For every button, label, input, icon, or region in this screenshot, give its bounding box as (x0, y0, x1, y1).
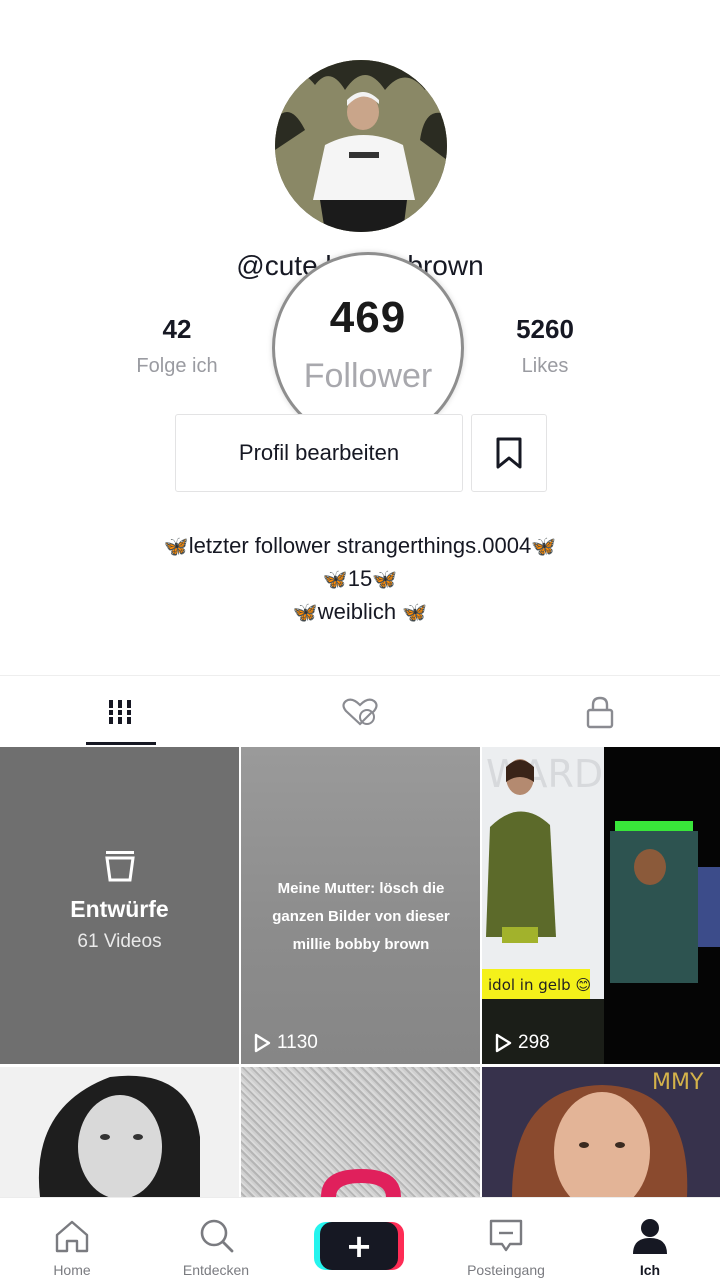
active-tab-indicator (86, 742, 156, 745)
sticker-text: idol in gelb 😊 (488, 976, 591, 994)
play-count-value: 298 (518, 1032, 550, 1053)
likes-stat[interactable]: 5260 Likes (455, 314, 635, 378)
create-symbol: + (346, 1227, 373, 1265)
butterfly-emoji: 🦋 (531, 536, 557, 558)
nav-discover-label: Entdecken (182, 1262, 250, 1278)
video-thumbnail: WARD idol in gelb 😊 (482, 747, 720, 1064)
tab-videos[interactable] (0, 676, 240, 748)
nav-me-label: Ich (639, 1262, 661, 1278)
profile-avatar[interactable] (275, 60, 447, 232)
grid-icon (106, 700, 134, 724)
likes-count: 5260 (516, 314, 574, 344)
play-count: 1130 (253, 1032, 318, 1054)
bio-text: weiblich (317, 599, 397, 624)
following-label: Folge ich (136, 355, 218, 377)
video-tile[interactable]: Meine Mutter: lösch die ganzen Bilder vo… (241, 747, 480, 1064)
butterfly-emoji: 🦋 (322, 569, 348, 591)
inbox-icon (489, 1219, 523, 1252)
followers-label: Follower (303, 357, 433, 395)
nav-discover[interactable]: Entdecken (144, 1198, 288, 1280)
video-caption: Meine Mutter: lösch die ganzen Bilder vo… (272, 880, 450, 953)
video-grid: Entwürfe 61 Videos Meine Mutter: lösch d… (0, 747, 720, 1197)
followers-count: 469 (329, 293, 407, 342)
video-tile[interactable] (0, 1067, 239, 1197)
bio-text: 15 (347, 566, 373, 591)
following-stat[interactable]: 42 Folge ich (87, 314, 267, 378)
play-count-value: 1130 (277, 1032, 318, 1053)
tab-liked[interactable] (240, 676, 480, 748)
likes-label: Likes (521, 355, 569, 377)
video-thumbnail (321, 1169, 401, 1197)
butterfly-emoji: 🦋 (402, 602, 428, 624)
tab-private[interactable] (480, 676, 720, 748)
drafts-icon (0, 847, 239, 888)
svg-text:WARD: WARD (486, 752, 603, 796)
butterfly-emoji: 🦋 (372, 569, 398, 591)
nav-me[interactable]: Ich (578, 1198, 720, 1280)
bio-text: letzter follower strangerthings.0004 (188, 533, 532, 558)
create-plus-icon: + (314, 1222, 404, 1270)
bookmark-icon (496, 437, 522, 469)
edit-profile-button[interactable]: Profil bearbeiten (175, 414, 463, 492)
play-icon (495, 1033, 512, 1053)
nav-inbox[interactable]: Posteingang (434, 1198, 578, 1280)
play-count: 298 (494, 1032, 550, 1054)
butterfly-emoji: 🦋 (292, 602, 318, 624)
drafts-tile[interactable]: Entwürfe 61 Videos (0, 747, 239, 1064)
video-thumbnail: MMY (482, 1067, 720, 1197)
nav-inbox-label: Posteingang (467, 1262, 545, 1278)
play-icon (254, 1033, 271, 1053)
heart-hidden-icon (342, 698, 378, 726)
drafts-info: Entwürfe 61 Videos (0, 747, 239, 1064)
nav-create[interactable]: + (288, 1198, 432, 1280)
bio-line-3: 🦋weiblich 🦋 (0, 596, 720, 629)
video-tile[interactable]: MMY (482, 1067, 720, 1197)
profile-tabs (0, 675, 720, 747)
home-icon (55, 1220, 89, 1253)
lock-icon (586, 696, 614, 729)
bottom-navigation: Home Entdecken + Posteingang Ich (0, 1197, 720, 1280)
nav-home[interactable]: Home (0, 1198, 144, 1280)
bio-line-1: 🦋letzter follower strangerthings.0004🦋 (0, 530, 720, 563)
search-icon (200, 1219, 234, 1253)
bio-line-2: 🦋15🦋 (0, 563, 720, 596)
avatar-photo (275, 60, 447, 232)
drafts-count: 61 Videos (77, 931, 162, 952)
svg-text:MMY: MMY (652, 1070, 704, 1095)
profile-icon (633, 1219, 667, 1254)
video-tile[interactable]: WARD idol in gelb 😊 298 (482, 747, 720, 1064)
video-tile[interactable] (241, 1067, 480, 1197)
favorites-button[interactable] (471, 414, 547, 492)
video-thumbnail (0, 1067, 239, 1197)
profile-bio: 🦋letzter follower strangerthings.0004🦋 🦋… (0, 530, 720, 629)
drafts-title: Entwürfe (70, 896, 169, 922)
butterfly-emoji: 🦋 (163, 536, 189, 558)
following-count: 42 (162, 314, 192, 344)
nav-home-label: Home (53, 1262, 91, 1278)
